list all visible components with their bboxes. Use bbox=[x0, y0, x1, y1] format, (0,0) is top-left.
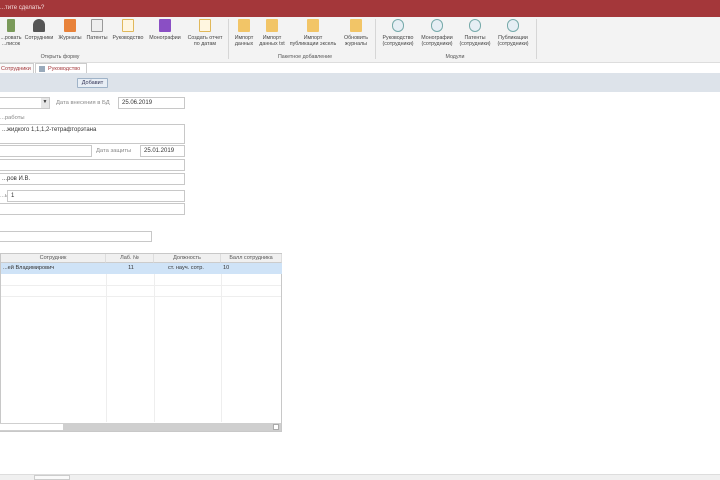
defense-date-label: Дата защиты bbox=[96, 148, 132, 154]
divider bbox=[1, 285, 281, 286]
folder-icon bbox=[238, 19, 250, 32]
field[interactable] bbox=[0, 159, 185, 171]
field[interactable] bbox=[0, 203, 185, 215]
person-icon bbox=[33, 19, 45, 32]
list-button[interactable]: ...ровать ...писок bbox=[0, 19, 22, 47]
clipboard-icon bbox=[122, 19, 134, 32]
employees-button[interactable]: Сотрудники bbox=[22, 19, 56, 41]
folder-icon bbox=[350, 19, 362, 32]
field[interactable] bbox=[0, 145, 92, 157]
book-icon bbox=[159, 19, 171, 32]
group-label-modules: Модули bbox=[445, 54, 465, 60]
work-label: ...работы bbox=[0, 115, 25, 121]
form-header bbox=[0, 73, 720, 92]
tab-employees[interactable]: Сотрудники bbox=[0, 63, 34, 73]
defense-date-field[interactable]: 25.01.2019 bbox=[140, 145, 185, 157]
employees-grid[interactable]: Сотрудник Лаб. № Должность Балл сотрудни… bbox=[0, 253, 282, 432]
count-field[interactable]: 1 bbox=[7, 190, 185, 202]
group-label-batch: Пакетное добавление bbox=[277, 54, 333, 60]
tell-me-search[interactable]: ...тите сделать? bbox=[0, 5, 44, 11]
date-added-label: Дата внесения в БД bbox=[56, 100, 110, 106]
scroll-right-icon[interactable] bbox=[273, 424, 279, 430]
add-button[interactable]: Добавит bbox=[77, 78, 108, 88]
import-excel-button[interactable]: Импорт публикации эксель bbox=[286, 19, 340, 47]
divider bbox=[375, 19, 376, 59]
module-icon bbox=[392, 19, 404, 32]
folder-icon bbox=[266, 19, 278, 32]
work-title-field[interactable]: ...жидкого 1,1,1,2-тетрафторэтана bbox=[0, 124, 185, 144]
journals-button[interactable]: Журналы bbox=[56, 19, 84, 41]
field[interactable] bbox=[0, 231, 152, 242]
column-header-lab[interactable]: Лаб. № bbox=[106, 254, 154, 263]
folder-icon bbox=[307, 19, 319, 32]
divider bbox=[1, 296, 281, 297]
report-icon bbox=[199, 19, 211, 32]
module-guidance-button[interactable]: Руководство (сотрудники) bbox=[378, 19, 418, 47]
module-patents-button[interactable]: Патенты (сотрудники) bbox=[456, 19, 494, 47]
import-txt-button[interactable]: Импорт данных txt bbox=[258, 19, 286, 47]
cell-score[interactable]: 10 bbox=[221, 263, 282, 274]
group-label-open-form: Открыть форму bbox=[40, 54, 80, 60]
cell-lab[interactable]: 11 bbox=[106, 263, 154, 274]
journal-icon bbox=[64, 19, 76, 32]
guidance-button[interactable]: Руководство bbox=[110, 19, 146, 41]
module-icon bbox=[431, 19, 443, 32]
column-header-score[interactable]: Балл сотрудника bbox=[221, 254, 282, 263]
column-header-employee[interactable]: Сотрудник bbox=[1, 254, 106, 263]
date-added-field[interactable]: 25.06.2019 bbox=[118, 97, 185, 109]
chevron-down-icon[interactable]: ▼ bbox=[41, 98, 49, 108]
create-report-button[interactable]: Создать отчет по датам bbox=[184, 19, 226, 47]
module-icon bbox=[469, 19, 481, 32]
patent-icon bbox=[91, 19, 103, 32]
scrollbar-thumb[interactable] bbox=[0, 424, 63, 430]
update-journals-button[interactable]: Обновить журналы bbox=[340, 19, 372, 47]
type-combobox[interactable]: ▼ bbox=[0, 97, 50, 109]
form-icon bbox=[39, 66, 45, 72]
supervisor-field[interactable]: ...ров И.В. bbox=[0, 173, 185, 185]
patents-button[interactable]: Патенты bbox=[84, 19, 110, 41]
title-bar: ...тите сделать? bbox=[0, 0, 720, 17]
module-publications-button[interactable]: Публикации (сотрудники) bbox=[493, 19, 533, 47]
module-icon bbox=[507, 19, 519, 32]
divider bbox=[228, 19, 229, 59]
column-header-position[interactable]: Должность bbox=[154, 254, 221, 263]
ribbon: ...ровать ...писок Сотрудники Журналы Па… bbox=[0, 17, 720, 63]
cell-position[interactable]: ст. науч. сотр. bbox=[154, 263, 221, 274]
list-icon bbox=[7, 19, 15, 32]
divider bbox=[536, 19, 537, 59]
module-monographs-button[interactable]: Монографии (сотрудники) bbox=[417, 19, 457, 47]
cell-employee[interactable]: ...ей Владимирович bbox=[1, 263, 106, 274]
status-bar bbox=[0, 474, 720, 480]
tab-guidance[interactable]: Руководство bbox=[35, 63, 87, 73]
monographs-button[interactable]: Монографии bbox=[146, 19, 184, 41]
horizontal-scrollbar[interactable] bbox=[0, 423, 281, 431]
record-navigator[interactable] bbox=[34, 475, 70, 480]
import-data-button[interactable]: Импорт данных bbox=[230, 19, 258, 47]
